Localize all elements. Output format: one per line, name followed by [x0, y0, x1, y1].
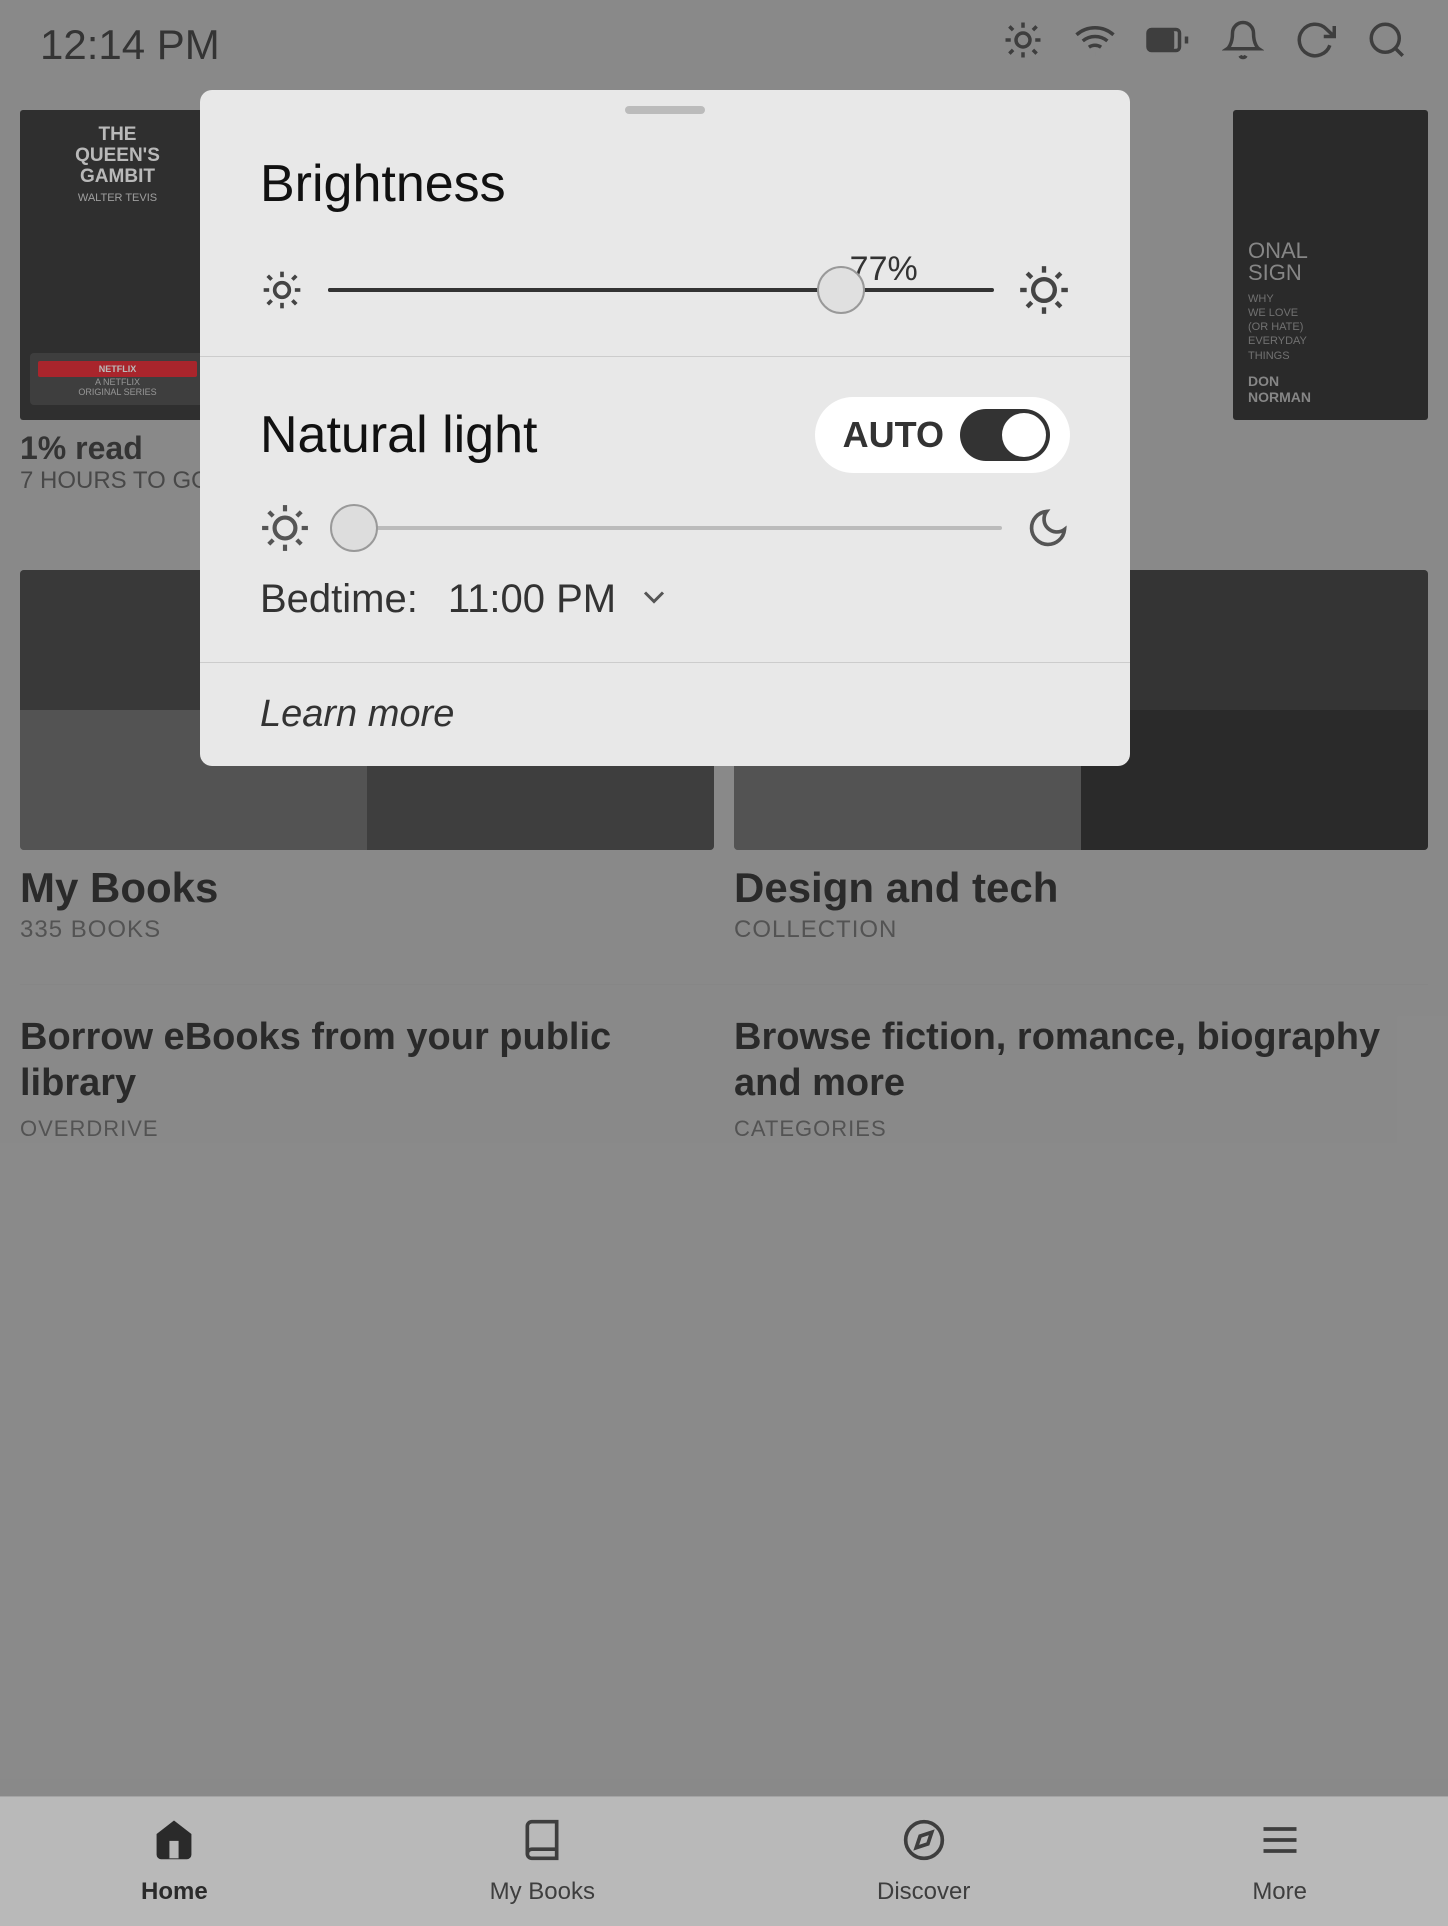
sun-min-icon — [260, 268, 304, 312]
warm-sun-icon — [260, 503, 310, 553]
brightness-panel: Brightness 77% — [200, 90, 1130, 766]
brightness-slider-track[interactable] — [328, 288, 994, 292]
brightness-control — [260, 264, 1070, 316]
learn-more-link[interactable]: Learn more — [260, 693, 454, 735]
sun-max-icon — [1018, 264, 1070, 316]
panel-notch-area — [200, 90, 1130, 114]
natural-light-section: Natural light AUTO — [200, 357, 1130, 663]
auto-label: AUTO — [843, 414, 944, 456]
natural-light-slider-container — [260, 503, 1070, 553]
bedtime-row: Bedtime: 11:00 PM — [260, 577, 1070, 622]
nl-slider-thumb[interactable] — [330, 504, 378, 552]
toggle-knob — [1002, 413, 1046, 457]
natural-light-title: Natural light — [260, 405, 537, 465]
brightness-slider-fill — [328, 288, 841, 292]
brightness-section: Brightness 77% — [200, 114, 1130, 357]
panel-drag-handle — [625, 106, 705, 114]
moon-icon — [1026, 506, 1070, 550]
toggle-switch[interactable] — [960, 409, 1050, 461]
brightness-slider-thumb[interactable] — [817, 266, 865, 314]
natural-light-slider-track[interactable] — [334, 526, 1002, 530]
auto-toggle-button[interactable]: AUTO — [815, 397, 1070, 473]
chevron-down-icon[interactable] — [636, 579, 672, 620]
bedtime-value: 11:00 PM — [448, 577, 616, 622]
bedtime-label: Bedtime: — [260, 577, 418, 622]
brightness-title: Brightness — [260, 154, 1070, 214]
natural-light-header: Natural light AUTO — [260, 397, 1070, 473]
learn-more-section: Learn more — [200, 663, 1130, 766]
brightness-slider-container: 77% — [260, 264, 1070, 316]
